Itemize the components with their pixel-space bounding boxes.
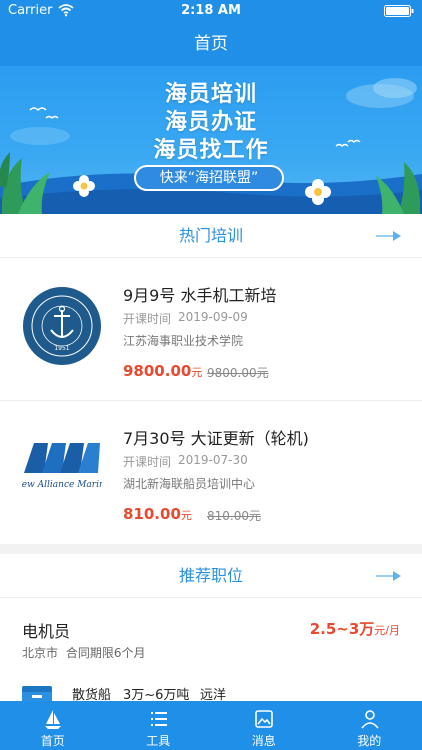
tab-label: 首页 <box>40 734 65 748</box>
course-date: 2019-09-09 <box>178 310 248 324</box>
recommended-jobs-section: 推荐职位 电机员 北京市 合同期限6个月 2.5~3万元/月 散货船 3万~6万… <box>0 554 422 704</box>
arrow-right-icon[interactable] <box>376 570 402 582</box>
new-alliance-wordmark: New Alliance Marine <box>22 480 102 490</box>
hot-training-header[interactable]: 热门培训 <box>0 214 422 258</box>
sailboat-icon <box>45 710 61 729</box>
course-price: 9800.00元 <box>123 362 203 380</box>
clock: 2:18 AM <box>181 3 241 18</box>
page-title: 首页 <box>194 34 228 54</box>
person-icon <box>360 710 379 729</box>
job-contract: 合同期限6个月 <box>65 646 146 660</box>
course-date-label: 开课时间 <box>123 455 172 469</box>
tab-mine[interactable]: 我的 <box>317 701 422 750</box>
banner-line-jobs: 海员找工作 <box>153 138 269 163</box>
tab-messages[interactable]: 消息 <box>211 701 317 750</box>
seal-year: 1951 <box>54 345 69 352</box>
job-item[interactable]: 电机员 北京市 合同期限6个月 2.5~3万元/月 <box>0 600 422 660</box>
hot-training-title: 热门培训 <box>178 226 243 245</box>
job-salary: 2.5~3万元/月 <box>309 620 400 638</box>
course-price: 810.00元 <box>123 505 192 523</box>
course-school: 江苏海事职业技术学院 <box>123 334 244 348</box>
job-title: 电机员 <box>22 622 71 641</box>
course-school: 湖北新海联船员培训中心 <box>123 477 256 491</box>
course-original-price: 9800.00元 <box>207 366 269 380</box>
course-card[interactable]: New Alliance Marine 7月30号 大证更新（轮机) 开课时间 … <box>0 401 422 544</box>
recommended-jobs-title: 推荐职位 <box>178 566 243 585</box>
course-original-price: 810.00元 <box>207 509 261 523</box>
promo-banner[interactable]: 海员培训 海员办证 海员找工作 快来“海招联盟” <box>0 66 422 214</box>
image-icon <box>255 710 273 728</box>
tab-home[interactable]: 首页 <box>0 701 106 750</box>
arrow-right-icon[interactable] <box>376 230 402 242</box>
new-alliance-logo: New Alliance Marine <box>22 443 102 490</box>
job-location: 北京市 <box>22 646 59 660</box>
tab-label: 我的 <box>357 734 382 748</box>
course-date-label: 开课时间 <box>123 312 172 326</box>
course-card[interactable]: 1951 9月9号 水手机工新培 开课时间 2019-09-09 江苏海事职业技… <box>0 258 422 401</box>
course-date: 2019-07-30 <box>178 453 248 467</box>
tab-tools[interactable]: 工具 <box>106 701 212 750</box>
battery-icon <box>384 5 414 17</box>
banner-cta-pill[interactable]: 快来“海招联盟” <box>134 165 284 191</box>
job-meta: 北京市 合同期限6个月 <box>22 644 145 661</box>
course-title: 7月30号 大证更新（轮机) <box>123 429 309 448</box>
recommended-jobs-header[interactable]: 推荐职位 <box>0 554 422 598</box>
hot-training-section: 热门培训 1951 9月9号 水手机工新培 开课时间 2019-09-09 江苏… <box>0 214 422 544</box>
jiangsu-maritime-logo: 1951 <box>23 287 101 365</box>
course-title: 9月9号 水手机工新培 <box>123 286 277 305</box>
tab-bar: 首页 工具 消息 我的 <box>0 701 422 750</box>
list-icon <box>150 712 167 726</box>
status-bar: Carrier 2:18 AM <box>0 0 422 22</box>
nav-bar: 首页 <box>0 22 422 66</box>
tab-label: 工具 <box>146 734 171 748</box>
tab-label: 消息 <box>251 734 276 748</box>
